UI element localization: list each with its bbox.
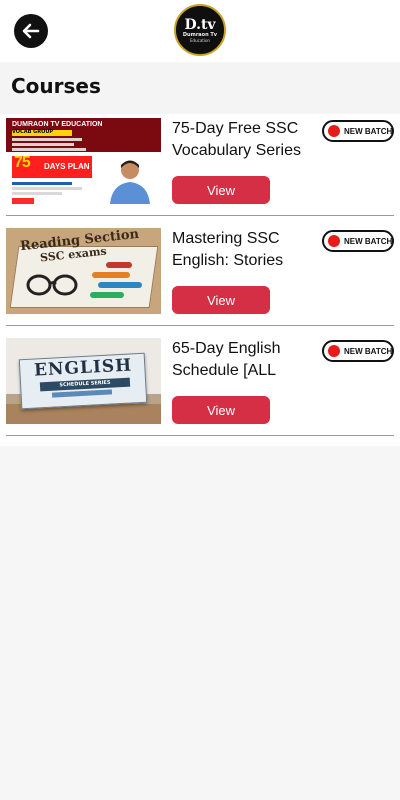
logo-sub2-text: Education bbox=[190, 37, 210, 43]
course-card[interactable]: Reading Section SSC exams Mastering SSC … bbox=[0, 226, 400, 336]
course-card[interactable]: ENGLISH SCHEDULE SERIES 65-Day English S… bbox=[0, 336, 400, 446]
badge-label: NEW BATCH bbox=[344, 126, 393, 136]
course-title[interactable]: Mastering SSC English: Stories bbox=[172, 228, 322, 272]
thumb-highlight bbox=[90, 292, 124, 298]
app-header: D.tv Dumraon Tv Education bbox=[0, 0, 400, 62]
course-card[interactable]: DUMRAON TV EDUCATION VOCAB GROUP 75 DAYS… bbox=[0, 116, 400, 226]
divider bbox=[6, 215, 394, 216]
thumb-highlight bbox=[98, 282, 142, 288]
course-title[interactable]: 75-Day Free SSC Vocabulary Series bbox=[172, 118, 322, 162]
course-thumbnail[interactable]: DUMRAON TV EDUCATION VOCAB GROUP 75 DAYS… bbox=[6, 118, 161, 204]
badge-label: NEW BATCH bbox=[344, 346, 393, 356]
thumb-heading: DUMRAON TV EDUCATION bbox=[12, 121, 103, 128]
back-button[interactable] bbox=[14, 14, 48, 48]
course-thumbnail[interactable]: Reading Section SSC exams bbox=[6, 228, 161, 314]
course-title[interactable]: 65-Day English Schedule [ALL bbox=[172, 338, 322, 382]
view-button[interactable]: View bbox=[172, 396, 270, 424]
app-logo: D.tv Dumraon Tv Education bbox=[174, 4, 226, 56]
view-button[interactable]: View bbox=[172, 286, 270, 314]
thumb-tag bbox=[12, 198, 34, 204]
thumb-highlight bbox=[106, 262, 132, 268]
new-batch-badge: NEW BATCH bbox=[322, 340, 394, 362]
glasses-icon bbox=[26, 274, 78, 296]
view-button[interactable]: View bbox=[172, 176, 270, 204]
person-illustration bbox=[110, 160, 150, 204]
arrow-left-icon bbox=[22, 23, 40, 39]
thumb-plan-text: DAYS PLAN bbox=[44, 162, 90, 171]
course-thumbnail[interactable]: ENGLISH SCHEDULE SERIES bbox=[6, 338, 161, 424]
thumb-big-number: 75 bbox=[14, 154, 31, 171]
course-list: DUMRAON TV EDUCATION VOCAB GROUP 75 DAYS… bbox=[0, 114, 400, 446]
logo-main-text: D.tv bbox=[184, 16, 216, 33]
page-title-bar: Courses bbox=[0, 62, 400, 114]
record-dot-icon bbox=[328, 125, 340, 137]
thumb-band-text: VOCAB GROUP bbox=[12, 129, 54, 135]
divider bbox=[6, 435, 394, 436]
divider bbox=[6, 325, 394, 326]
thumb-feature-lines bbox=[12, 138, 90, 153]
new-batch-badge: NEW BATCH bbox=[322, 120, 394, 142]
record-dot-icon bbox=[328, 235, 340, 247]
new-batch-badge: NEW BATCH bbox=[322, 230, 394, 252]
thumb-highlight bbox=[92, 272, 130, 278]
page-title: Courses bbox=[11, 74, 101, 98]
record-dot-icon bbox=[328, 345, 340, 357]
badge-label: NEW BATCH bbox=[344, 236, 393, 246]
